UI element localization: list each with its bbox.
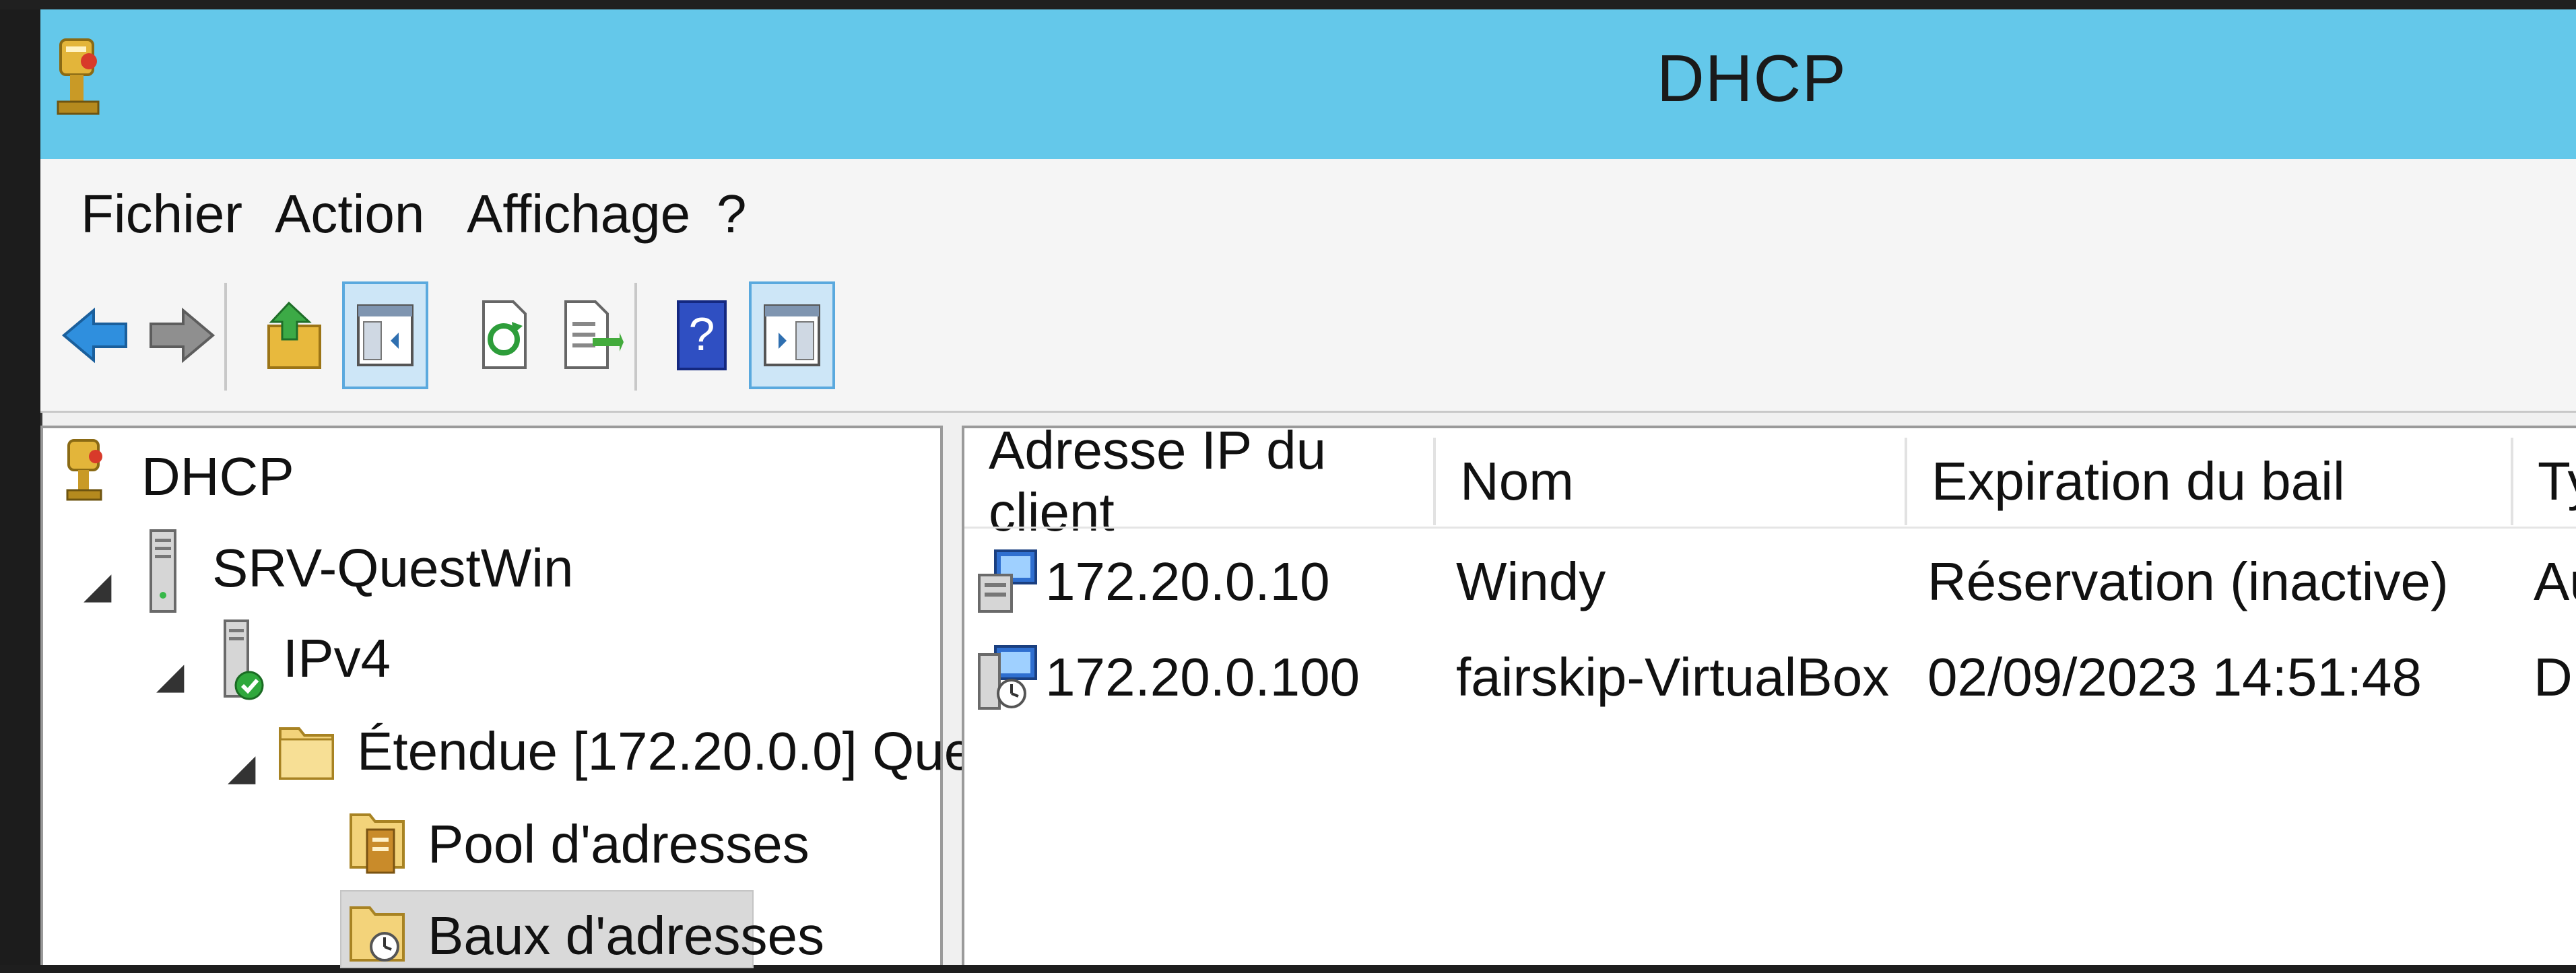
pane-splitter[interactable] [943,426,962,965]
forward-button[interactable] [138,281,224,389]
desktop-edge [0,0,40,965]
refresh-icon [482,300,527,369]
dhcp-root-icon [61,438,114,508]
toolbar-separator [224,283,227,391]
up-folder-icon [267,301,321,369]
dhcp-app-icon[interactable] [54,37,108,125]
tree-item-ipv4[interactable]: IPv4 [283,628,391,690]
server-icon [143,528,183,619]
back-button[interactable] [53,281,139,389]
menu-affichage[interactable]: Affichage [467,183,690,245]
address-leases-icon [347,896,407,973]
row-1-expiration: Réservation (inactive) [1927,551,2449,611]
show-hide-console-tree-button[interactable] [342,281,428,389]
row-2-name: fairskip-VirtualBox [1456,647,1890,707]
column-header-type[interactable]: Ty [2513,438,2576,525]
row-1-name: Windy [1456,551,1606,611]
column-header-label: Ty [2538,451,2576,511]
header-divider [964,527,2576,529]
forward-icon [150,307,216,364]
menu-action[interactable]: Action [275,183,424,245]
tree-item-dhcp[interactable]: DHCP [141,446,294,508]
back-icon [61,307,127,364]
column-header-lease-expiration[interactable]: Expiration du bail [1907,438,2513,525]
column-header-label: Expiration du bail [1931,451,2345,511]
lease-icon [975,641,1043,718]
toolbar-separator [634,283,637,391]
ipv4-icon [216,618,269,709]
reservation-icon [975,545,1043,623]
refresh-button[interactable] [461,281,547,389]
expand-arrow-icon[interactable]: ◢ [156,655,185,697]
svg-text:?: ? [689,308,715,360]
show-hide-tree-icon [357,304,414,366]
row-2-type: DI [2534,647,2576,707]
expand-arrow-icon[interactable]: ◢ [228,746,256,789]
column-header-label: Nom [1460,451,1574,511]
row-1-ip[interactable]: 172.20.0.10 [1045,551,1330,613]
scope-folder-icon [276,716,337,787]
column-header-name[interactable]: Nom [1436,438,1907,525]
column-header-client-ip[interactable]: Adresse IP du client [964,420,1436,542]
help-icon: ? [677,300,727,370]
row-1-type: Au [2534,551,2576,611]
row-2-expiration: 02/09/2023 14:51:48 [1927,647,2422,707]
desktop-top-edge [0,0,2576,9]
tree-item-server[interactable]: SRV-QuestWin [212,537,573,599]
help-button[interactable]: ? [659,281,745,389]
up-one-level-button[interactable] [253,281,339,389]
show-hide-action-pane-icon [764,304,820,366]
row-2-ip[interactable]: 172.20.0.100 [1045,646,1360,708]
window-title: DHCP [1657,41,1847,115]
title-bar[interactable] [40,9,2576,159]
export-list-button[interactable] [547,281,633,389]
address-pool-icon [347,803,407,880]
show-hide-action-pane-button[interactable] [749,281,835,389]
tree-item-address-leases[interactable]: Baux d'adresses [428,905,824,967]
menu-help[interactable]: ? [717,183,747,245]
expand-arrow-icon[interactable]: ◢ [84,564,112,607]
tree-item-address-pool[interactable]: Pool d'adresses [428,813,810,875]
menu-fichier[interactable]: Fichier [81,183,242,245]
column-header-label: Adresse IP du client [989,420,1327,542]
export-list-icon [564,300,624,369]
